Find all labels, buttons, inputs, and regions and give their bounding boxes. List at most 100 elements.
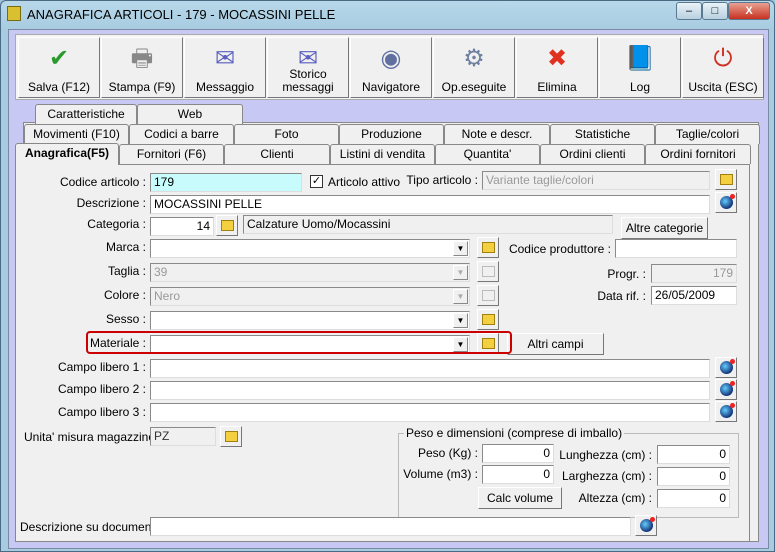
chevron-down-icon[interactable]: ▼ bbox=[453, 313, 468, 328]
maximize-button[interactable]: □ bbox=[702, 2, 728, 20]
printer-icon: 🖶 bbox=[130, 45, 154, 72]
tipo-input[interactable]: Variante taglie/colori bbox=[482, 171, 710, 190]
volume-input[interactable]: 0 bbox=[482, 465, 554, 484]
chevron-down-icon[interactable]: ▼ bbox=[453, 265, 468, 280]
toolbar-button-uscita-esc[interactable]: ⏻ Uscita (ESC) bbox=[682, 37, 764, 98]
sesso-folder-button[interactable] bbox=[477, 309, 499, 330]
calc-volume-button[interactable]: Calc volume bbox=[478, 487, 562, 509]
tab-web[interactable]: Web bbox=[137, 104, 243, 124]
campo3-translate-button[interactable] bbox=[715, 401, 737, 422]
categoria-folder-button[interactable] bbox=[216, 215, 238, 236]
folder-icon bbox=[481, 290, 495, 301]
toolbar-button-label: Navigatore bbox=[361, 80, 421, 94]
campo2-translate-button[interactable] bbox=[715, 379, 737, 400]
codice-produttore-label: Codice produttore : bbox=[508, 242, 611, 256]
materiale-folder-button[interactable] bbox=[477, 333, 499, 354]
tab-produzione[interactable]: Produzione bbox=[339, 124, 444, 144]
lunghezza-input[interactable]: 0 bbox=[657, 445, 730, 464]
peso-input[interactable]: 0 bbox=[482, 444, 554, 463]
minimize-button[interactable]: – bbox=[676, 2, 702, 20]
globe-icon bbox=[639, 517, 655, 532]
materiale-select[interactable]: ▼ bbox=[150, 335, 470, 354]
data-input[interactable]: 26/05/2009 bbox=[651, 286, 737, 305]
marca-folder-button[interactable] bbox=[477, 237, 499, 258]
altre-categorie-button[interactable]: Altre categorie bbox=[621, 217, 708, 239]
descrizione-input[interactable]: MOCASSINI PELLE bbox=[150, 195, 710, 214]
toolbar-button-salva-f12[interactable]: ✔ Salva (F12) bbox=[18, 37, 100, 98]
tab-ordini-clienti[interactable]: Ordini clienti bbox=[540, 144, 645, 164]
tipo-folder-button[interactable] bbox=[715, 169, 737, 190]
x-icon: ✖ bbox=[546, 45, 568, 72]
colore-folder-button[interactable] bbox=[477, 285, 499, 306]
toolbar-button-storico-messaggi[interactable]: ✉ Storico messaggi bbox=[267, 37, 349, 98]
campo1-label: Campo libero 1 : bbox=[57, 360, 146, 374]
tab-fornitori-f6[interactable]: Fornitori (F6) bbox=[119, 144, 224, 164]
desc-doc-translate-button[interactable] bbox=[635, 515, 657, 536]
folder-icon bbox=[481, 242, 495, 253]
tab-caratteristiche[interactable]: Caratteristiche bbox=[35, 104, 137, 124]
marca-label: Marca : bbox=[105, 240, 146, 254]
tab-taglie-colori[interactable]: Taglie/colori bbox=[655, 124, 760, 144]
campo2-input[interactable] bbox=[150, 381, 710, 400]
toolbar-button-navigatore[interactable]: ◉ Navigatore bbox=[350, 37, 432, 98]
altezza-input[interactable]: 0 bbox=[657, 489, 730, 508]
tab-foto[interactable]: Foto bbox=[234, 124, 339, 144]
marca-select[interactable]: ▼ bbox=[150, 239, 470, 258]
colore-label: Colore : bbox=[103, 288, 146, 302]
desc-doc-label: Descrizione su documenti : bbox=[20, 520, 165, 534]
tab-quantita[interactable]: Quantita' bbox=[435, 144, 540, 164]
toolbar-button-label: Messaggio bbox=[195, 80, 255, 94]
campo1-translate-button[interactable] bbox=[715, 357, 737, 378]
tab-statistiche[interactable]: Statistiche bbox=[550, 124, 655, 144]
descrizione-translate-button[interactable] bbox=[715, 192, 737, 213]
folder-icon bbox=[481, 338, 495, 349]
descrizione-label: Descrizione : bbox=[76, 196, 146, 210]
tab-note-e-descr[interactable]: Note e descr. bbox=[444, 124, 550, 144]
codice-input[interactable]: 179 bbox=[150, 173, 302, 192]
colore-select[interactable]: Nero ▼ bbox=[150, 287, 470, 306]
toolbar-button-label: Uscita (ESC) bbox=[688, 80, 758, 94]
toolbar-button-stampa-f9[interactable]: 🖶 Stampa (F9) bbox=[101, 37, 183, 98]
window-title: ANAGRAFICA ARTICOLI - 179 - MOCASSINI PE… bbox=[27, 7, 336, 22]
um-label: Unita' misura magazzino : bbox=[24, 430, 162, 444]
sesso-select[interactable]: ▼ bbox=[150, 311, 470, 330]
codice-produttore-input[interactable] bbox=[615, 239, 737, 258]
close-button[interactable]: X bbox=[728, 2, 770, 20]
tab-codici-a-barre[interactable]: Codici a barre bbox=[129, 124, 234, 144]
taglia-folder-button[interactable] bbox=[477, 261, 499, 282]
toolbar: ✔ Salva (F12) 🖶 Stampa (F9) ✉ Messaggio ✉ Stori… bbox=[15, 34, 764, 100]
app-icon bbox=[7, 6, 21, 21]
group-title: Peso e dimensioni (comprese di imballo) bbox=[404, 426, 625, 440]
campo3-label: Campo libero 3 : bbox=[57, 405, 146, 419]
chevron-down-icon[interactable]: ▼ bbox=[453, 241, 468, 256]
toolbar-button-log[interactable]: 📘 Log bbox=[599, 37, 681, 98]
um-folder-button[interactable] bbox=[220, 426, 242, 447]
chevron-down-icon[interactable]: ▼ bbox=[453, 289, 468, 304]
tipo-label: Tipo articolo : bbox=[406, 173, 478, 187]
window: ANAGRAFICA ARTICOLI - 179 - MOCASSINI PE… bbox=[0, 0, 775, 552]
toolbar-button-label: Log bbox=[629, 80, 651, 94]
tab-movimenti-f10[interactable]: Movimenti (F10) bbox=[24, 124, 129, 144]
desc-doc-input[interactable] bbox=[150, 517, 631, 536]
tab-listini-di-vendita[interactable]: Listini di vendita bbox=[330, 144, 435, 164]
altri-campi-button[interactable]: Altri campi bbox=[507, 333, 604, 355]
tab-ordini-fornitori[interactable]: Ordini fornitori bbox=[645, 144, 751, 164]
toolbar-button-messaggio[interactable]: ✉ Messaggio bbox=[184, 37, 266, 98]
anagrafica-panel: Codice articolo : 179 ✓ Articolo attivo … bbox=[15, 164, 750, 542]
tab-clienti[interactable]: Clienti bbox=[224, 144, 330, 164]
campo1-input[interactable] bbox=[150, 359, 710, 378]
lunghezza-label: Lunghezza (cm) : bbox=[559, 448, 652, 462]
tab-anagrafica-f5[interactable]: Anagrafica(F5) bbox=[15, 143, 119, 165]
toolbar-button-elimina[interactable]: ✖ Elimina bbox=[516, 37, 598, 98]
larghezza-input[interactable]: 0 bbox=[657, 467, 730, 486]
categoria-code-input[interactable]: 14 bbox=[150, 217, 214, 236]
campo2-label: Campo libero 2 : bbox=[57, 382, 146, 396]
categoria-name: Calzature Uomo/Mocassini bbox=[243, 215, 613, 234]
campo3-input[interactable] bbox=[150, 403, 710, 422]
folder-icon bbox=[220, 220, 234, 231]
chevron-down-icon[interactable]: ▼ bbox=[453, 337, 468, 352]
toolbar-button-op-eseguite[interactable]: ⚙ Op.eseguite bbox=[433, 37, 515, 98]
taglia-select[interactable]: 39 ▼ bbox=[150, 263, 470, 282]
attivo-checkbox[interactable]: ✓ bbox=[310, 175, 323, 188]
toolbar-button-label: Storico messaggi bbox=[282, 67, 334, 94]
